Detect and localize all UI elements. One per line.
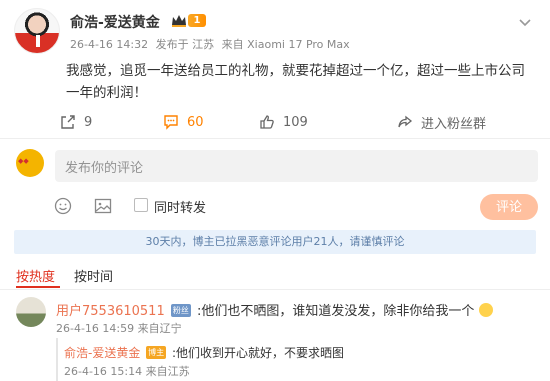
like-icon	[260, 115, 274, 129]
reply-item: 俞浩-爱送黄金 博主 :他们收到开心就好，不要求晒图 26-4-16 15:14…	[56, 338, 538, 381]
reply-author-name[interactable]: 俞浩-爱送黄金	[64, 346, 140, 360]
divider	[0, 289, 550, 290]
commenter-avatar[interactable]	[16, 297, 46, 327]
submit-comment-button[interactable]: 评论	[480, 194, 538, 220]
emoji-icon	[478, 303, 493, 317]
comment-count: 60	[187, 114, 204, 130]
fans-icon	[398, 115, 413, 128]
comment-location: 来自辽宁	[137, 322, 182, 335]
commenter-name[interactable]: 用户7553610511	[56, 304, 165, 319]
fans-group-button[interactable]: 进入粉丝群	[397, 110, 486, 134]
post-time[interactable]: 26-4-16 14:32	[70, 38, 148, 51]
repost-icon	[61, 115, 75, 129]
comment-time: 26-4-16 14:59	[56, 322, 135, 335]
reply-time: 26-4-16 15:14	[64, 365, 143, 378]
comment-text: :他们也不晒图，谁知道发没发，除非你给我一个	[197, 304, 475, 319]
repost-button[interactable]: 9	[60, 110, 92, 134]
post-header: 俞浩-爱送黄金 1 26-4-16 14:32 发布于 江苏 来自 Xiaomi…	[14, 8, 534, 58]
also-repost-label: 同时转发	[154, 201, 207, 216]
action-bar: 9 60 109 进入粉丝群	[0, 110, 550, 134]
post-source: 来自 Xiaomi 17 Pro Max	[221, 38, 350, 51]
reply-text: :他们收到开心就好，不要求晒图	[172, 346, 345, 360]
reply-location: 来自江苏	[145, 365, 190, 378]
comment-icon	[164, 115, 178, 130]
emoji-icon[interactable]	[54, 197, 72, 215]
comment-button[interactable]: 60	[163, 110, 204, 134]
also-repost-checkbox[interactable]	[134, 198, 148, 212]
like-button[interactable]: 109	[259, 110, 308, 134]
post-text: 我感觉，追觅一年送给员工的礼物，就要花掉超过一个亿，超过一些上市公司一年的利润！	[66, 63, 525, 101]
blocked-users-notice: 30天内，博主已拉黑恶意评论用户21人，请谨慎评论	[14, 230, 536, 254]
comment-meta: 26-4-16 14:59 来自辽宁	[56, 320, 182, 336]
post-meta: 26-4-16 14:32 发布于 江苏 来自 Xiaomi 17 Pro Ma…	[70, 36, 354, 52]
post-location: 发布于 江苏	[155, 38, 215, 51]
fans-group-label: 进入粉丝群	[421, 116, 487, 132]
fan-badge: 粉丝	[170, 304, 191, 317]
crown-icon	[172, 15, 186, 27]
like-count: 109	[283, 114, 308, 130]
level-badge: 1	[188, 14, 206, 27]
image-icon[interactable]	[94, 197, 112, 215]
chevron-down-icon[interactable]	[518, 18, 532, 28]
tab-sort-time[interactable]: 按时间	[74, 266, 113, 285]
author-avatar[interactable]	[14, 8, 60, 54]
comment-item: 用户7553610511 粉丝 :他们也不晒图，谁知道发没发，除非你给我一个	[56, 300, 493, 319]
author-name[interactable]: 俞浩-爱送黄金	[70, 12, 160, 32]
reply-line: 俞浩-爱送黄金 博主 :他们收到开心就好，不要求晒图	[64, 344, 344, 361]
tab-sort-hot[interactable]: 按热度	[16, 266, 55, 285]
active-tab-indicator	[16, 286, 60, 288]
repost-count: 9	[84, 114, 93, 130]
reply-meta: 26-4-16 15:14 来自江苏	[64, 363, 190, 379]
current-user-avatar: ◆◆	[16, 149, 44, 177]
comment-input[interactable]: 发布你的评论	[55, 150, 538, 182]
author-badge: 博主	[146, 346, 167, 359]
divider	[0, 138, 550, 139]
